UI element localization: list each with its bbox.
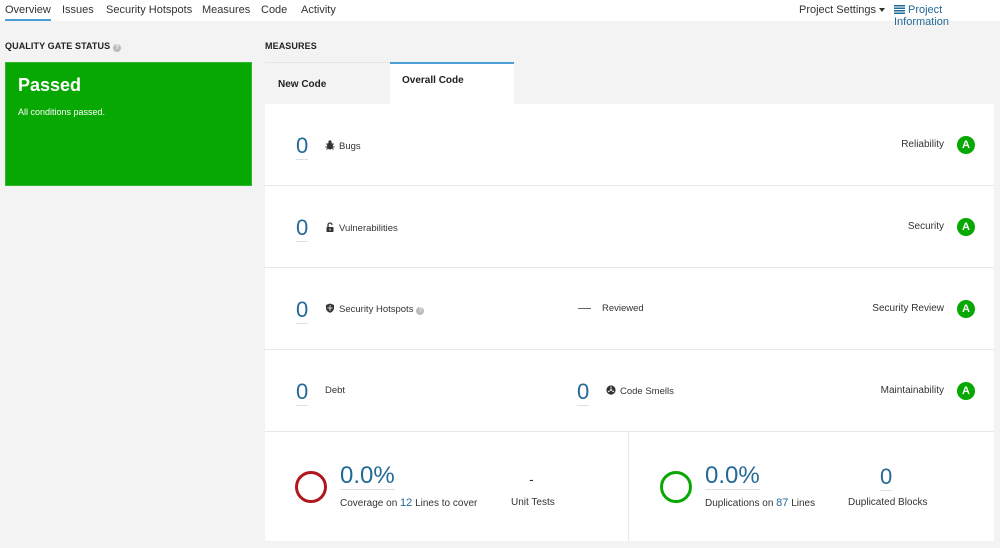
help-icon[interactable]: ? [416,307,425,315]
vulnerabilities-label: Vulnerabilities [325,222,398,234]
coverage-suffix: Lines to cover [415,498,478,509]
shield-icon [326,303,334,313]
duplications-lines-link[interactable]: 87 [776,497,788,509]
bugs-label-text: Bugs [339,141,361,152]
bug-icon [325,140,335,150]
bugs-label: Bugs [325,140,361,152]
tab-overview[interactable]: Overview [5,4,51,21]
duplications-description: Duplications on 87 Lines [705,497,815,509]
duplications-section: 0.0% Duplications on 87 Lines 0 Duplicat… [630,431,994,541]
tab-new-code[interactable]: New Code [265,62,390,104]
reliability-rating[interactable]: A [957,136,975,154]
tab-issues[interactable]: Issues [62,4,94,16]
duplicated-blocks-value[interactable]: 0 [880,466,893,491]
measures-panel: 0 Bugs Reliability A 0 Vulnerabilities S… [265,104,994,541]
reviewed-value-dash [578,308,591,309]
vulnerabilities-label-text: Vulnerabilities [339,223,398,234]
debt-value[interactable]: 0 [296,381,309,406]
lock-icon [326,222,334,232]
code-smells-value[interactable]: 0 [577,381,590,406]
security-review-rating[interactable]: A [957,300,975,318]
project-settings-label: Project Settings [799,4,877,16]
maintainability-rating[interactable]: A [957,382,975,400]
tab-security-hotspots[interactable]: Security Hotspots [106,4,192,16]
quality-gate-message: All conditions passed. [18,107,106,117]
duplicated-blocks-label: Duplicated Blocks [848,497,928,508]
debt-label: Debt [325,385,346,396]
maintainability-label: Maintainability [880,385,944,396]
tab-overall-code[interactable]: Overall Code [390,62,514,104]
hotspots-value[interactable]: 0 [296,299,309,324]
quality-gate-title-text: QUALITY GATE STATUS [5,41,111,51]
duplications-suffix: Lines [791,498,816,509]
quality-gate-status: Passed [18,75,82,95]
security-rating[interactable]: A [957,218,975,236]
tab-measures[interactable]: Measures [202,4,250,16]
duplications-prefix: Duplications on [705,498,774,509]
coverage-prefix: Coverage on [340,498,398,509]
bugs-value[interactable]: 0 [296,135,309,160]
coverage-description: Coverage on 12 Lines to cover [340,497,477,509]
tab-activity[interactable]: Activity [301,4,336,16]
coverage-value[interactable]: 0.0% [340,462,395,490]
reviewed-label: Reviewed [602,303,644,314]
help-icon[interactable]: ? [113,44,122,52]
code-smells-label-text: Code Smells [620,386,674,397]
duplications-donut-chart [660,471,692,503]
hotspots-label-text: Security Hotspots [339,304,414,315]
unit-tests-value: - [529,471,534,487]
quality-gate-title: QUALITY GATE STATUS? [5,41,122,52]
security-label: Security [907,221,944,232]
caret-down-icon [879,8,886,13]
tab-code[interactable]: Code [261,4,287,16]
measure-row-hotspots: 0 Security Hotspots? Reviewed Security R… [265,268,994,350]
coverage-section: 0.0% Coverage on 12 Lines to cover - Uni… [265,431,629,541]
project-settings-menu[interactable]: Project Settings [799,4,886,16]
security-review-label: Security Review [872,303,944,314]
unit-tests-label: Unit Tests [511,497,555,508]
hotspots-label: Security Hotspots? [325,303,425,315]
measure-row-maintainability: 0 Debt 0 Code Smells Maintainability A [265,350,994,432]
code-smells-label: Code Smells [606,385,674,397]
project-information-link[interactable]: Project Information [894,4,1000,28]
duplications-value[interactable]: 0.0% [705,462,760,490]
list-icon [894,5,905,14]
coverage-lines-link[interactable]: 12 [400,497,412,509]
code-smell-icon [606,385,616,395]
measure-row-vulnerabilities: 0 Vulnerabilities Security A [265,186,994,268]
top-nav: Overview Issues Security Hotspots Measur… [0,0,1000,28]
vulnerabilities-value[interactable]: 0 [296,217,309,242]
measure-row-bugs: 0 Bugs Reliability A [265,104,994,186]
reliability-label: Reliability [901,139,944,150]
measures-title: MEASURES [265,41,317,51]
coverage-donut-chart [295,471,327,503]
quality-gate-card: Passed All conditions passed. [5,62,252,186]
